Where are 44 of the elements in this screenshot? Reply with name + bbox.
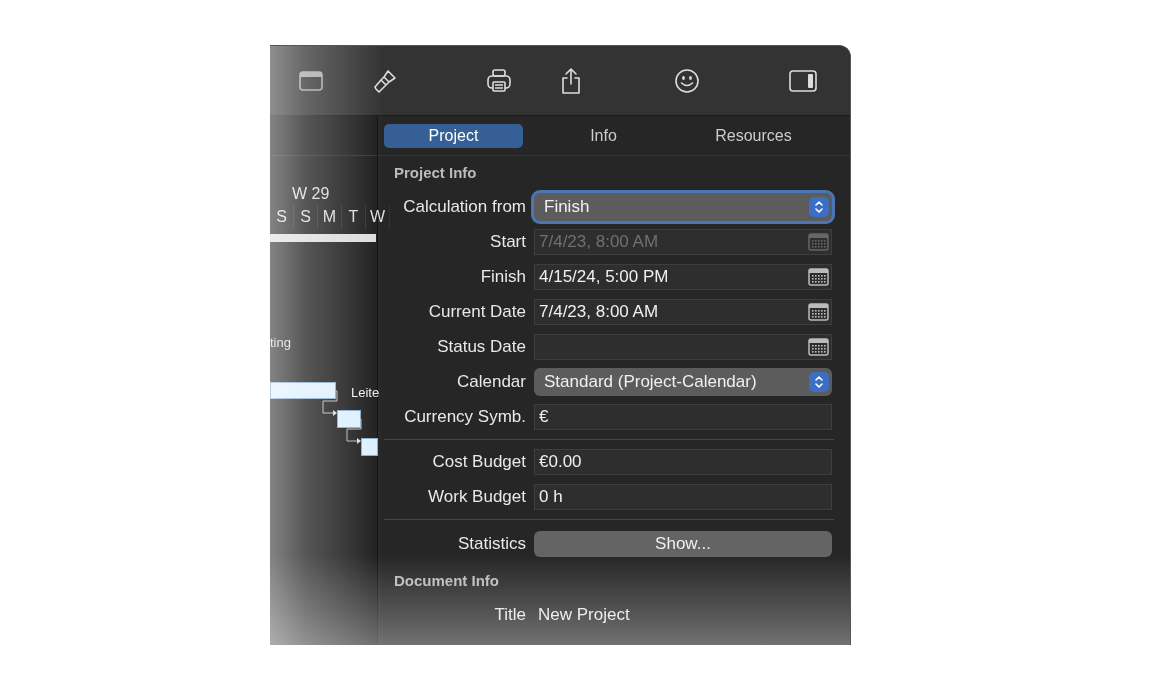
date-field[interactable]: 4/15/24, 5:00 PM [534,263,832,290]
popup-button[interactable]: Finish [534,192,832,221]
field-label: Start [489,230,527,253]
day-label: M [318,205,342,229]
field-label: Status Date [436,335,527,358]
smiley-icon[interactable] [674,67,700,94]
stepper-icon [809,196,829,217]
field-label: Title [493,603,527,626]
calendar-icon[interactable] [808,337,829,356]
task-label: ting [270,334,291,352]
task-label: Leite [351,384,380,402]
week-label: W 29 [292,184,330,204]
tab[interactable]: Info [534,123,673,148]
section-title: Document Info [393,571,500,591]
field-label: Calculation from [402,195,527,218]
text-field[interactable]: €0.00 [534,448,832,475]
field-label: Calendar [456,370,527,393]
day-label: S [270,205,294,229]
popup-button[interactable]: Standard (Project-Calendar) [534,367,832,396]
text-field[interactable]: 0 h [534,483,832,510]
field-label: Statistics [456,533,527,556]
section-title: Project Info [393,163,478,183]
date-field[interactable]: 7/4/23, 8:00 AM [534,298,832,325]
field-label: Work Budget [427,485,527,508]
field-value[interactable]: New Project [534,601,630,628]
field-label: Current Date [427,300,527,323]
brush-icon[interactable] [372,67,398,94]
calendar-icon[interactable] [299,70,323,91]
calendar-icon[interactable] [808,302,829,321]
text-field[interactable]: € [534,403,832,430]
show-button[interactable]: Show... [534,531,832,557]
calendar-icon[interactable] [808,267,829,286]
printer-icon[interactable] [486,67,512,94]
tab[interactable]: Project [384,123,523,148]
field-label: Finish [479,265,527,288]
day-label: S [294,205,318,229]
field-label: Cost Budget [431,450,527,473]
tab[interactable]: Resources [684,123,823,148]
day-label: T [342,205,366,229]
stepper-icon [809,371,829,392]
date-field[interactable] [534,333,832,360]
share-icon[interactable] [560,66,582,95]
field-label: Currency Symb. [403,405,527,428]
sidebar-icon[interactable] [789,69,817,92]
